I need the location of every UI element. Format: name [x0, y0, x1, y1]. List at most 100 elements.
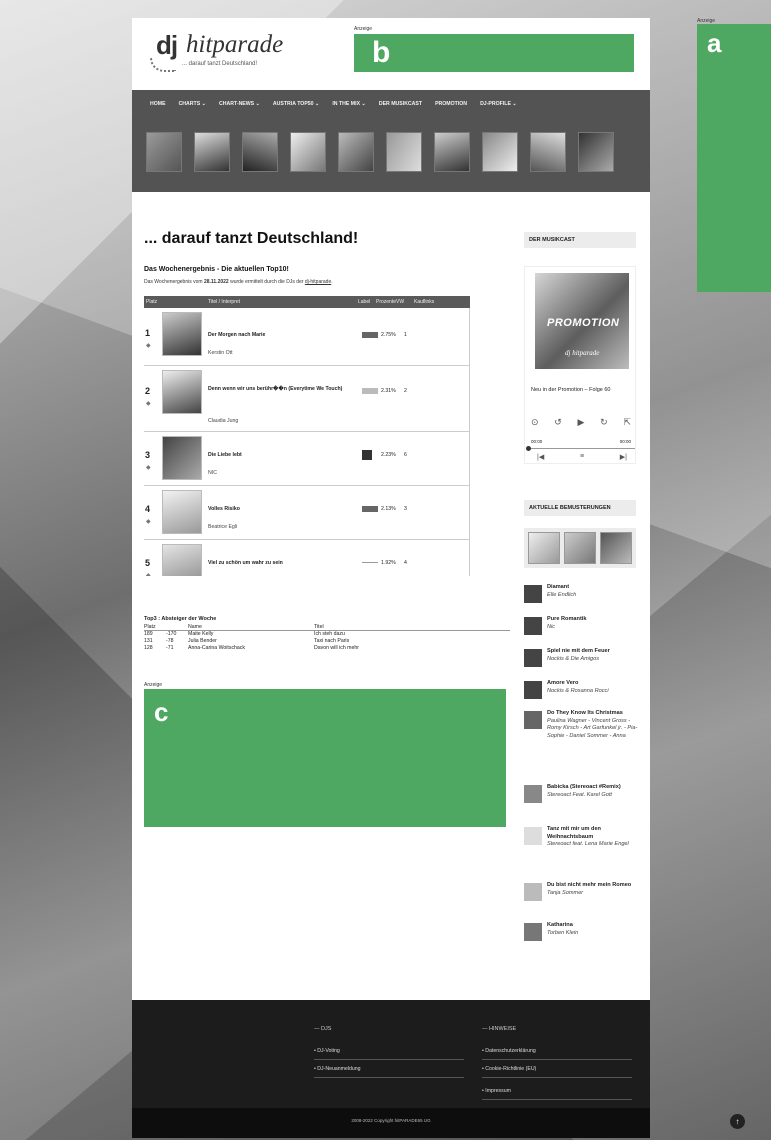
rewind-icon[interactable]: ↺ [554, 417, 562, 429]
forward-icon[interactable]: ↻ [600, 417, 608, 429]
player-times: 00:00 00:00 [531, 439, 631, 444]
ad-banner-c[interactable]: c [144, 689, 506, 827]
table-row[interactable]: 5 ◆ Viel zu schön um wahr zu sein 1.92% … [144, 540, 469, 576]
footer-link-impressum[interactable]: • Impressum [482, 1088, 632, 1100]
percent: 2.75% [381, 332, 396, 338]
slider-thumb[interactable] [564, 532, 596, 564]
footer-link-text[interactable]: Cookie-Richtlinie (EU) [485, 1066, 536, 1072]
nav-promotion[interactable]: PROMOTION [435, 101, 467, 107]
list-item[interactable]: Do They Know Its Christmas Paulina Wagner… [524, 710, 639, 740]
prev-icon[interactable]: |◀ [537, 453, 544, 461]
dj-hitparade-link[interactable]: dj-hitparade [305, 279, 331, 285]
rank: 5 [145, 558, 151, 568]
footer-link-text[interactable]: DJ-Voting [317, 1048, 340, 1054]
next-icon[interactable]: ▶| [620, 453, 627, 461]
cover-thumb[interactable] [194, 132, 230, 172]
share-icon[interactable]: ⇱ [623, 417, 631, 429]
cover-thumb[interactable] [290, 132, 326, 172]
list-item[interactable]: Spiel nie mit dem Feuer Nockis & Die Amig… [524, 648, 639, 667]
slider-thumb[interactable] [528, 532, 560, 564]
top3-name: Julia Bender [188, 638, 217, 644]
slider-thumb[interactable] [600, 532, 632, 564]
song-thumb [524, 883, 542, 901]
copyright: 2008-2022 Copyright hitPARADE65 UG [132, 1108, 650, 1138]
kauflinks[interactable]: 6 [404, 452, 407, 458]
song-title[interactable]: Viel zu schön um wahr zu sein [208, 560, 356, 567]
trend-icon: ◆ [146, 343, 151, 349]
percent: 1.92% [381, 560, 396, 566]
label-logo [362, 332, 378, 338]
song-title[interactable]: Die Liebe lebt [208, 452, 356, 459]
table-row[interactable]: 189 -170 Maite Kelly Ich steh dazu [144, 631, 510, 638]
play-icon[interactable]: ▶ [578, 417, 585, 429]
nav-home[interactable]: HOME [150, 101, 166, 107]
table-row[interactable]: 131 -78 Julia Bender Taxi nach Paris [144, 638, 510, 645]
song-title[interactable]: Der Morgen nach Marie [208, 332, 356, 339]
cover-thumb[interactable] [482, 132, 518, 172]
rank: 4 [145, 504, 151, 514]
footer-link-dj-neuanmeldung[interactable]: • DJ-Neuanmeldung [314, 1066, 464, 1078]
top3-platz: 131 [144, 638, 153, 644]
rank: 1 [145, 328, 151, 338]
cover-thumb[interactable] [338, 132, 374, 172]
trend-icon: ◆ [146, 573, 151, 576]
cover-thumb[interactable] [578, 132, 614, 172]
nav-charts[interactable]: CHARTS ⌄ [179, 101, 206, 107]
footer-link-dj-voting[interactable]: • DJ-Voting [314, 1048, 464, 1060]
footer-link-cookie[interactable]: • Cookie-Richtlinie (EU) [482, 1066, 632, 1078]
back-to-top-button[interactable]: ↑ [730, 1114, 745, 1129]
promotion-cover: PROMOTION dj hitparade [535, 273, 629, 369]
list-item[interactable]: Diamant Elle Endlich [524, 584, 639, 603]
cover-thumb[interactable] [434, 132, 470, 172]
footer-link-text[interactable]: Impressum [485, 1088, 511, 1094]
speed-icon[interactable]: ⊙ [531, 417, 539, 429]
site-logo[interactable]: dj hitparade ... darauf tanzt Deutschlan… [150, 30, 300, 80]
cover-thumb[interactable] [530, 132, 566, 172]
nav-chart-news[interactable]: CHART-NEWS ⌄ [219, 101, 260, 107]
table-row[interactable]: 128 -71 Anna-Carina Woitschack Davon wil… [144, 645, 510, 652]
playlist-icon[interactable]: ≡ [580, 453, 584, 461]
table-row[interactable]: 4 ◆ Volles Risiko Beatrice Egli 2.13% 3 [144, 486, 469, 540]
cover-thumb[interactable] [242, 132, 278, 172]
song-title[interactable]: Denn wenn wir uns berühr��n (Everytime W… [208, 386, 356, 393]
ad-banner-b[interactable]: b [354, 34, 634, 72]
footer-link-datenschutz[interactable]: • Datenschutzerklärung [482, 1048, 632, 1060]
cover-image [162, 436, 202, 480]
nav-austria-top50[interactable]: AUSTRIA TOP50 ⌄ [273, 101, 319, 107]
cover-thumb[interactable] [146, 132, 182, 172]
top3-col-name: Name [188, 624, 202, 630]
kauflinks[interactable]: 2 [404, 388, 407, 394]
song-thumb [524, 711, 542, 729]
song-thumb [524, 649, 542, 667]
list-item[interactable]: Katharina Torben Klein [524, 922, 639, 941]
top3-col-platz: Platz [144, 624, 156, 630]
kauflinks[interactable]: 4 [404, 560, 407, 566]
progress-bar[interactable] [526, 446, 635, 451]
cover-thumb[interactable] [386, 132, 422, 172]
kauflinks[interactable]: 3 [404, 506, 407, 512]
nav-musikcast[interactable]: DER MUSIKCAST [379, 101, 422, 107]
top3-name: Anna-Carina Woitschack [188, 645, 245, 651]
promotion-word: PROMOTION [547, 317, 620, 329]
table-row[interactable]: 2 ◆ Denn wenn wir uns berühr��n (Everyti… [144, 366, 469, 432]
list-item[interactable]: Babicka (Stereoact #Remix) Stereoact Feat… [524, 784, 639, 803]
ad-banner-a[interactable]: a [697, 24, 771, 292]
table-row[interactable]: 1 ◆ Der Morgen nach Marie Kerstin Ott 2.… [144, 308, 469, 366]
song-title[interactable]: Volles Risiko [208, 506, 356, 513]
table-row[interactable]: 3 ◆ Die Liebe lebt NIC 2.23% 6 [144, 432, 469, 486]
list-item[interactable]: Tanz mit mir um den Weihnachtsbaum Stereo… [524, 826, 639, 849]
nav-dj-profile[interactable]: DJ-PROFILE ⌄ [480, 101, 517, 107]
list-item[interactable]: Pure Romantik Nic [524, 616, 639, 635]
song-thumb [524, 617, 542, 635]
footer-link-text[interactable]: Datenschutzerklärung [485, 1048, 535, 1054]
kauflinks[interactable]: 1 [404, 332, 407, 338]
list-item[interactable]: Amore Vero Nockis & Rosanna Rocci [524, 680, 639, 699]
progress-handle[interactable] [526, 446, 531, 451]
rank: 3 [145, 450, 151, 460]
list-item[interactable]: Du bist nicht mehr mein Romeo Tanja Somme… [524, 882, 639, 901]
footer-link-text[interactable]: DJ-Neuanmeldung [317, 1066, 360, 1072]
episode-title[interactable]: Neu in der Promotion – Folge 60 [531, 387, 631, 394]
bemusterungen-slider[interactable] [524, 528, 636, 568]
song-thumb [524, 681, 542, 699]
nav-in-the-mix[interactable]: IN THE MIX ⌄ [332, 101, 365, 107]
